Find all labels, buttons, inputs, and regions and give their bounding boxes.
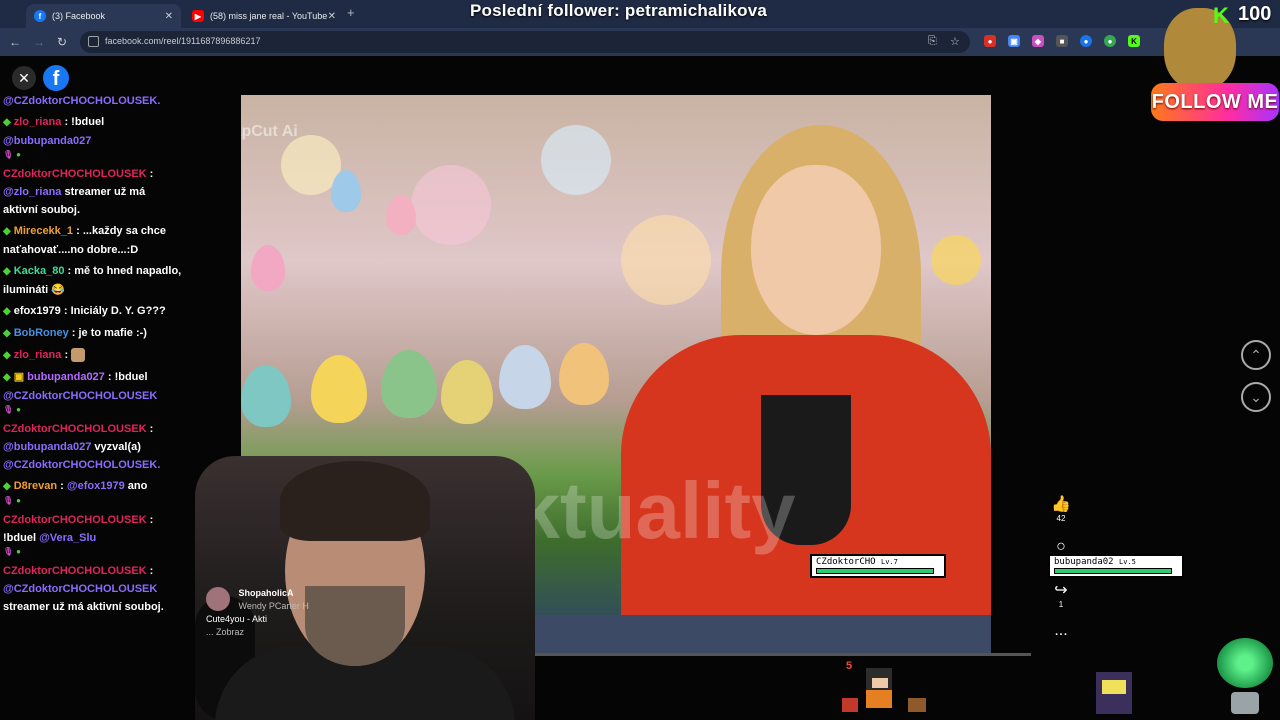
last-follower-title: Poslední follower: petramichalikova (470, 1, 768, 20)
previous-reel-button[interactable]: ⌃ (1241, 340, 1271, 370)
mic-icon: 🎙 (3, 547, 14, 556)
share-button[interactable]: ↪ 1 (1048, 582, 1074, 610)
next-reel-button[interactable]: ⌄ (1241, 382, 1271, 412)
install-app-icon[interactable]: ⎘ (928, 35, 937, 48)
tab-youtube[interactable]: ▶ (58) miss jane real - YouTube ✕ (184, 4, 344, 28)
reel-author-snippet[interactable]: ShopaholicA Wendy PCarter H Cute4you - A… (206, 587, 309, 639)
tab-label: (3) Facebook (52, 11, 106, 21)
user-badges: 🎙 ● (3, 150, 21, 159)
chat-message: ◆ Kacka_80 : mě to hned napadlo, iluminát… (3, 265, 182, 296)
facebook-icon: f (34, 10, 46, 22)
user-badges: 🎙 ● (3, 496, 21, 505)
user-badges: 🎙 ● (3, 405, 21, 414)
address-bar[interactable]: facebook.com/reel/1911687896886217 ⎘ ☆ (80, 31, 970, 53)
extension-icon[interactable]: ● (984, 35, 996, 47)
extension-icon[interactable]: ● (1080, 35, 1092, 47)
user-badges: 🎙 ● (3, 547, 21, 556)
extension-icon[interactable]: ▣ (1008, 35, 1020, 47)
chat-message: @CZdoktorCHOCHOLOUSEK. (3, 95, 161, 107)
kick-badge-icon: ◆ (3, 117, 11, 128)
extension-icon[interactable]: ■ (1056, 35, 1068, 47)
follow-me-banner: FOLLOW ME (1151, 83, 1279, 121)
capcut-watermark: CapCut Ai (241, 123, 298, 140)
mic-icon: 🎙 (3, 496, 14, 505)
kick-badge-icon: ◆ (3, 306, 11, 317)
close-tab-icon[interactable]: ✕ (165, 11, 173, 22)
hp-bar (816, 568, 934, 574)
hp-card-player2: bubupanda02 Lv.5 (1048, 554, 1184, 578)
kick-badge-icon: ◆ (3, 372, 11, 383)
chat-message: CZdoktorCHOCHOLOUSEK : @zlo_riana stream… (3, 168, 154, 216)
chat-message: ◆ zlo_riana : !bduel @bubupanda027 🎙 ● (3, 113, 183, 162)
kick-extension-icon[interactable]: K (1128, 35, 1140, 47)
kick-badge-icon: ◆ (3, 350, 11, 361)
close-icon[interactable]: ✕ (12, 66, 36, 90)
pixel-sprites-group (838, 668, 938, 716)
close-tab-icon[interactable]: ✕ (328, 11, 336, 22)
like-count: 42 (1056, 514, 1066, 523)
avatar[interactable] (206, 587, 230, 611)
more-options-button[interactable]: ... (1048, 622, 1074, 640)
like-button[interactable]: 👍 42 (1048, 496, 1074, 524)
hp-card-player1: CZdoktorCHO Lv.7 (810, 554, 946, 578)
chat-message: ◆ D8revan : @efox1979 ano 🎙 ● (3, 477, 183, 508)
chat-message: ◆ Mirecekk_1 : ...každy sa chce naťahovať… (3, 225, 166, 256)
new-tab-button[interactable]: + (347, 5, 355, 20)
tab-bar: f (3) Facebook ✕ ▶ (58) miss jane real -… (0, 0, 1280, 28)
hp-bar (1054, 568, 1172, 574)
chat-message: ◆ efox1979 : Iniciály D. Y. G??? (3, 302, 183, 321)
kick-badge-icon: ◆ (3, 481, 11, 492)
facebook-logo[interactable]: f (43, 65, 69, 91)
kick-badge-icon: ◆ (3, 328, 11, 339)
forward-icon[interactable]: → (33, 35, 45, 49)
chat-emote (71, 348, 86, 363)
kick-follower-count: 100 (1238, 3, 1272, 25)
url-text: facebook.com/reel/1911687896886217 (105, 36, 261, 46)
mic-icon: 🎙 (3, 405, 14, 414)
anchor-face (751, 165, 881, 335)
chat-message: CZdoktorCHOCHOLOUSEK : !bduel @Vera_Slu … (3, 511, 183, 559)
kick-badge-icon: ◆ (3, 226, 11, 237)
chevron-down-icon: ⌄ (1250, 388, 1262, 405)
chat-message: CZdoktorCHOCHOLOUSEK : @bubupanda027 vyz… (3, 423, 161, 471)
tab-facebook[interactable]: f (3) Facebook ✕ (26, 4, 181, 28)
reload-icon[interactable]: ↻ (57, 35, 67, 49)
tab-label: (58) miss jane real - YouTube (210, 11, 328, 21)
more-icon: ... (1054, 622, 1068, 639)
pixel-sprite-player2 (1096, 672, 1132, 714)
stream-chat: @CZdoktorCHOCHOLOUSEK. ◆ zlo_riana : !bdu… (3, 92, 183, 619)
share-count: 1 (1058, 600, 1064, 609)
site-info-icon[interactable] (88, 36, 99, 47)
mic-icon: 🎙 (3, 150, 14, 159)
kick-badge-icon: ◆ (3, 266, 11, 277)
thumbs-up-icon: 👍 (1051, 496, 1071, 513)
kick-logo-icon: K (1213, 3, 1229, 28)
subscriber-badge-icon: ▣ (13, 371, 25, 383)
youtube-icon: ▶ (192, 10, 204, 22)
extension-icon[interactable]: ● (1104, 35, 1116, 47)
extension-icon[interactable]: ◆ (1032, 35, 1044, 47)
chat-message: ◆ BobRoney : je to mafie :-) (3, 324, 183, 343)
facebook-reel-page: ✕ f @CZdoktorCHOCHOLOUSEK. ◆ zlo_riana : … (0, 56, 1280, 720)
trophy-icon (1213, 638, 1277, 716)
chat-message: ◆ zlo_riana : (3, 346, 183, 365)
chat-message: CZdoktorCHOCHOLOUSEK : @CZdoktorCHOCHOLO… (3, 565, 164, 613)
share-icon: ↪ (1054, 582, 1068, 599)
chevron-up-icon: ⌃ (1250, 346, 1262, 363)
chat-message: ◆ ▣ bubupanda027 : !bduel @CZdoktorCHOCHO… (3, 368, 183, 417)
back-icon[interactable]: ← (9, 35, 21, 49)
bookmark-star-icon[interactable]: ☆ (950, 35, 960, 48)
